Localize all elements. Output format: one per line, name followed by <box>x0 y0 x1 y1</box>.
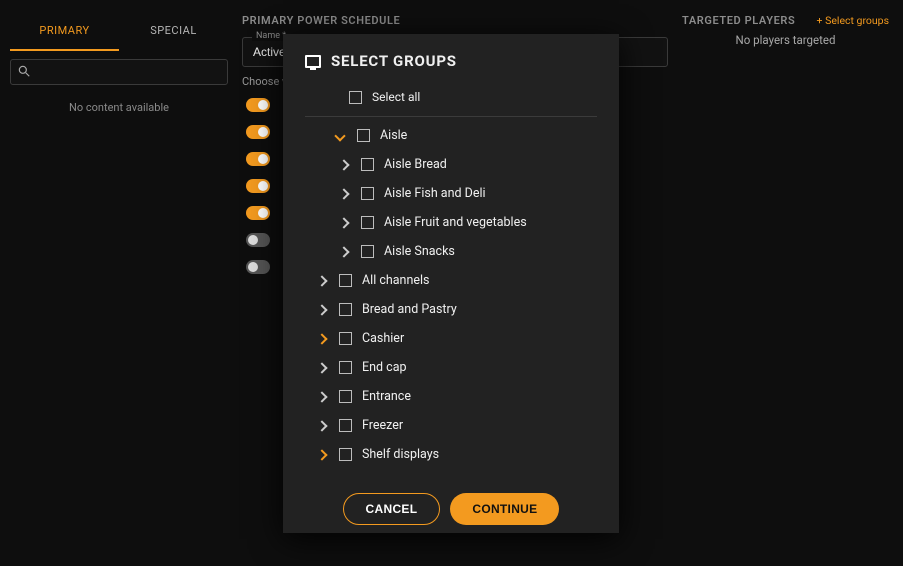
group-label: Aisle Fish and Deli <box>384 186 486 201</box>
group-label: All channels <box>362 273 430 288</box>
group-row[interactable]: Entrance <box>305 382 597 411</box>
group-checkbox[interactable] <box>361 158 374 171</box>
chevron-right-icon[interactable] <box>316 333 327 344</box>
group-checkbox[interactable] <box>339 274 352 287</box>
group-checkbox[interactable] <box>361 187 374 200</box>
group-checkbox[interactable] <box>339 332 352 345</box>
select-all-row[interactable]: Select all <box>305 84 597 117</box>
chevron-right-icon[interactable] <box>316 275 327 286</box>
group-checkbox[interactable] <box>361 245 374 258</box>
group-checkbox[interactable] <box>357 129 370 142</box>
chevron-right-icon[interactable] <box>316 420 327 431</box>
tab-special[interactable]: SPECIAL <box>119 14 228 51</box>
group-label: Shelf displays <box>362 447 439 462</box>
chevron-right-icon[interactable] <box>338 188 349 199</box>
group-label: Aisle Bread <box>384 157 447 172</box>
group-row[interactable]: All channels <box>305 266 597 295</box>
group-row[interactable]: Cashier <box>305 324 597 353</box>
tab-primary[interactable]: PRIMARY <box>10 14 119 51</box>
group-row[interactable]: Aisle Snacks <box>305 237 597 266</box>
primary-power-schedule-title: PRIMARY POWER SCHEDULE <box>242 14 668 27</box>
no-content-label: No content available <box>10 101 228 114</box>
group-label: End cap <box>362 360 407 375</box>
group-row[interactable]: Aisle Bread <box>305 150 597 179</box>
modal-title: SELECT GROUPS <box>331 52 457 70</box>
select-all-checkbox[interactable] <box>349 91 362 104</box>
continue-button[interactable]: CONTINUE <box>450 493 559 525</box>
chevron-down-icon[interactable] <box>334 130 345 141</box>
group-row[interactable]: Bread and Pastry <box>305 295 597 324</box>
day-toggle-0[interactable] <box>246 98 270 112</box>
group-label: Freezer <box>362 418 403 433</box>
group-checkbox[interactable] <box>339 361 352 374</box>
day-toggle-6[interactable] <box>246 260 270 274</box>
monitor-icon <box>305 55 321 68</box>
group-label: Bread and Pastry <box>362 302 457 317</box>
chevron-right-icon[interactable] <box>338 217 349 228</box>
cancel-button[interactable]: CANCEL <box>343 493 441 525</box>
group-checkbox[interactable] <box>361 216 374 229</box>
chevron-right-icon[interactable] <box>316 304 327 315</box>
group-checkbox[interactable] <box>339 390 352 403</box>
search-input[interactable] <box>10 59 228 85</box>
targeted-players-title: TARGETED PLAYERS <box>682 14 795 27</box>
day-toggle-5[interactable] <box>246 233 270 247</box>
group-label: Aisle Snacks <box>384 244 455 259</box>
chevron-right-icon[interactable] <box>316 449 327 460</box>
chevron-right-icon[interactable] <box>338 159 349 170</box>
chevron-right-icon[interactable] <box>316 362 327 373</box>
day-toggle-3[interactable] <box>246 179 270 193</box>
group-row[interactable]: End cap <box>305 353 597 382</box>
group-label: Entrance <box>362 389 411 404</box>
group-row[interactable]: Shelf displays <box>305 440 597 469</box>
group-checkbox[interactable] <box>339 448 352 461</box>
group-label: Cashier <box>362 331 404 346</box>
group-label: Aisle Fruit and vegetables <box>384 215 527 230</box>
search-icon <box>17 64 31 78</box>
select-all-label: Select all <box>372 90 420 104</box>
chevron-right-icon[interactable] <box>316 391 327 402</box>
select-groups-link[interactable]: + Select groups <box>817 14 889 27</box>
day-toggle-4[interactable] <box>246 206 270 220</box>
chevron-right-icon[interactable] <box>338 246 349 257</box>
select-groups-modal: SELECT GROUPS Select all Aisle Aisle Brea… <box>283 34 619 533</box>
no-players-label: No players targeted <box>682 33 889 47</box>
group-row[interactable]: Aisle <box>305 121 597 150</box>
group-checkbox[interactable] <box>339 419 352 432</box>
group-row[interactable]: Aisle Fruit and vegetables <box>305 208 597 237</box>
group-checkbox[interactable] <box>339 303 352 316</box>
group-row[interactable]: Aisle Fish and Deli <box>305 179 597 208</box>
group-row[interactable]: Freezer <box>305 411 597 440</box>
day-toggle-1[interactable] <box>246 125 270 139</box>
day-toggle-2[interactable] <box>246 152 270 166</box>
group-label: Aisle <box>380 128 407 143</box>
